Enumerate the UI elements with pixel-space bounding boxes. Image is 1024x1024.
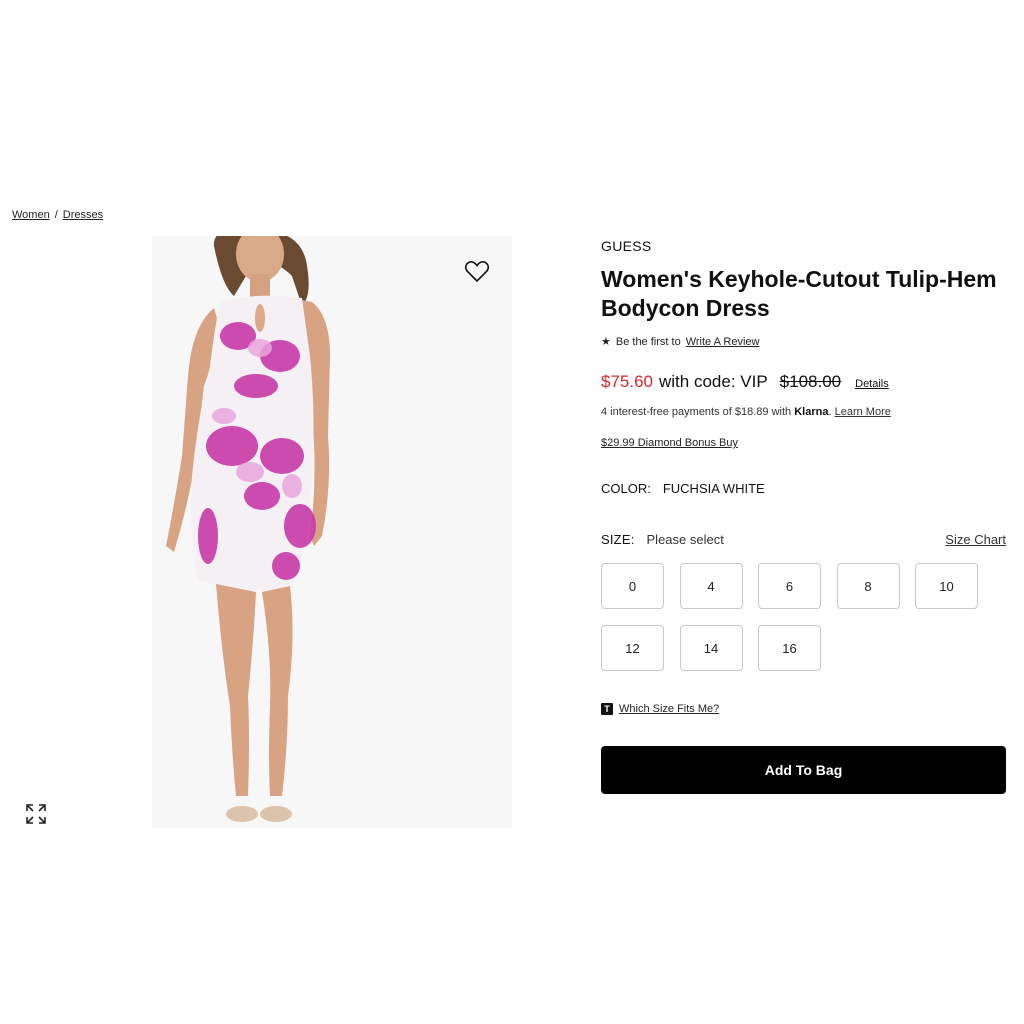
- expand-icon[interactable]: [24, 802, 48, 826]
- price-details-link[interactable]: Details: [855, 378, 889, 390]
- which-size-fits-link[interactable]: Which Size Fits Me?: [619, 703, 719, 715]
- breadcrumb-link-dresses[interactable]: Dresses: [63, 209, 103, 221]
- size-option-16[interactable]: 16: [758, 625, 821, 671]
- color-value: FUCHSIA WHITE: [662, 481, 765, 496]
- truefit-icon: T: [601, 703, 613, 715]
- color-label: COLOR:: [601, 481, 651, 496]
- bonus-buy-link[interactable]: $29.99 Diamond Bonus Buy: [601, 437, 738, 449]
- size-option-8[interactable]: 8: [836, 563, 900, 609]
- size-fit-row: T Which Size Fits Me?: [601, 703, 1006, 715]
- size-chart-link[interactable]: Size Chart: [945, 532, 1006, 547]
- price-row: $75.60 with code: VIP $108.00 Details: [601, 372, 1006, 392]
- klarna-logo: Klarna: [794, 406, 829, 418]
- product-gallery: [12, 236, 512, 828]
- product-info: GUESS Women's Keyhole-Cutout Tulip-Hem B…: [601, 238, 1006, 794]
- add-to-bag-button[interactable]: Add To Bag: [601, 746, 1006, 794]
- size-option-14[interactable]: 14: [679, 625, 743, 671]
- original-price: $108.00: [779, 372, 842, 391]
- heart-icon[interactable]: [464, 260, 490, 284]
- size-option-0[interactable]: 0: [601, 563, 664, 609]
- write-review-link[interactable]: Write A Review: [686, 336, 760, 348]
- breadcrumb: Women / Dresses: [12, 209, 103, 221]
- size-option-4[interactable]: 4: [679, 563, 743, 609]
- size-hint: Please select: [646, 532, 724, 547]
- promo-code-text: with code: VIP: [659, 372, 768, 391]
- klarna-row: 4 interest-free payments of $18.89 with …: [601, 406, 891, 418]
- size-label: SIZE:: [601, 532, 635, 547]
- klarna-text: 4 interest-free payments of $18.89 with: [601, 406, 792, 418]
- sale-price: $75.60: [601, 372, 653, 391]
- size-option-10[interactable]: 10: [915, 563, 978, 609]
- breadcrumb-separator: /: [54, 209, 58, 221]
- brand-name[interactable]: GUESS: [601, 238, 1006, 254]
- product-image[interactable]: [152, 236, 512, 828]
- size-option-12[interactable]: 12: [601, 625, 664, 671]
- star-icon: ★: [601, 336, 611, 348]
- size-header: SIZE: Please select Size Chart: [601, 532, 1006, 547]
- color-row: COLOR: FUCHSIA WHITE: [601, 481, 1006, 496]
- size-option-6[interactable]: 6: [758, 563, 821, 609]
- breadcrumb-link-women[interactable]: Women: [12, 209, 50, 221]
- review-prefix: Be the first to: [615, 335, 681, 348]
- review-row: ★ Be the first to Write A Review: [601, 335, 1006, 349]
- product-title: Women's Keyhole-Cutout Tulip-Hem Bodycon…: [601, 266, 997, 321]
- size-options: 0 4 6 8 10 12 14 16: [601, 563, 1006, 671]
- klarna-learn-more-link[interactable]: Learn More: [835, 406, 891, 418]
